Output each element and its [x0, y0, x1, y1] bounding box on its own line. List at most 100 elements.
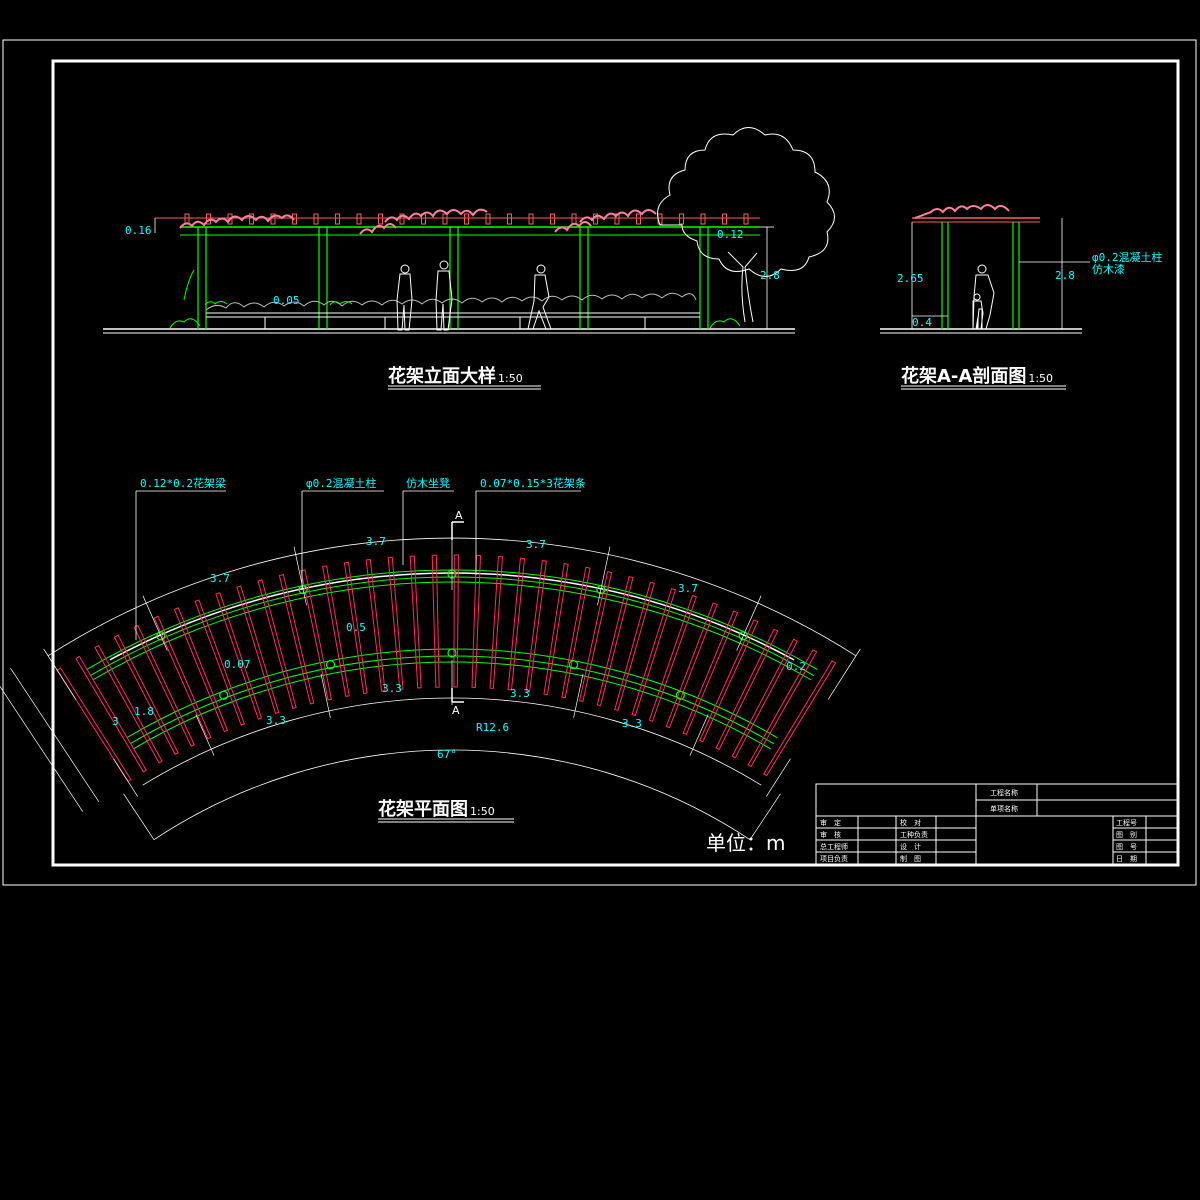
dim-rafter-width: 0.07	[224, 658, 251, 671]
tb-row1-a: 审 定	[820, 818, 841, 827]
elevation-rafter	[464, 213, 469, 225]
dim-outer-3: 3.7	[526, 538, 546, 551]
dim-outer-1: 3.7	[210, 572, 230, 585]
elevation-rafter	[550, 213, 555, 225]
tb-row4-a: 项目负责	[820, 854, 848, 863]
plan-dim-tick	[293, 546, 307, 606]
tb-row2-a: 审 核	[820, 830, 841, 839]
tb-item-name: 单项名称	[990, 804, 1018, 813]
unit-label: 单位：m	[706, 831, 785, 855]
dim-angle: 67°	[437, 748, 457, 761]
plan-rafter	[409, 555, 422, 689]
dim-radius: R12.6	[476, 721, 509, 734]
plan-rafter	[631, 587, 677, 717]
plan-rafter	[507, 557, 526, 691]
outer-frame	[2, 39, 1197, 886]
elevation-title: 花架立面大样	[388, 365, 496, 387]
callout-seat: 仿木坐凳	[406, 476, 450, 490]
plan-dim-tick	[113, 758, 138, 797]
tb-row3-b: 设 计	[900, 842, 921, 851]
tb-row4-b: 制 图	[900, 854, 921, 863]
plan-dim-tick	[827, 648, 861, 700]
section-view: 2.65 2.8 0.4 φ0.2混凝土柱 仿木漆 花架A-A剖面图 1:50	[880, 204, 1163, 390]
plan-dim-tick	[195, 714, 215, 756]
section-mark-top: A	[455, 509, 463, 522]
plan-rafter	[215, 592, 263, 720]
plan-rafter	[471, 554, 482, 689]
tb-project-name: 工程名称	[990, 788, 1018, 797]
plan-title: 花架平面图	[378, 798, 468, 820]
flower-canopy	[179, 208, 657, 235]
callout-beam: 0.12*0.2花架梁	[140, 476, 226, 490]
plan-rafter	[525, 560, 547, 693]
plan-rafter	[614, 581, 655, 711]
elevation-rafter	[571, 213, 577, 225]
plan-rafter	[431, 554, 440, 688]
tb-right-4: 日 期	[1116, 855, 1137, 863]
elevation-rafter	[485, 213, 491, 225]
plan-angle-leg	[123, 793, 155, 840]
elevation-rafter	[313, 213, 319, 225]
dim-inner-1: 3.3	[266, 714, 286, 727]
dim-rafter-gap: 0.5	[346, 621, 366, 634]
elevation-rafter	[743, 213, 749, 225]
callout-column: φ0.2混凝土柱	[306, 476, 377, 490]
section-note-column: φ0.2混凝土柱	[1092, 250, 1163, 264]
svg-text:花架立面大样1:50: 花架立面大样 1:50	[388, 365, 523, 387]
plan-depth-dim	[10, 668, 100, 802]
section-dim-total: 2.8	[1055, 269, 1075, 282]
elevation-dim-beam: 0.12	[717, 228, 744, 241]
section-scale: 1:50	[1028, 372, 1053, 385]
tb-row3-a: 总工程师	[820, 842, 848, 851]
elevation-rafter	[700, 213, 706, 225]
section-note-paint: 仿木漆	[1092, 263, 1125, 276]
dim-overall: 3	[112, 715, 119, 728]
svg-text:花架A-A剖面图1:50: 花架A-A剖面图 1:50	[901, 365, 1053, 387]
plan-rafter	[561, 566, 591, 699]
dim-depth: 1.8	[134, 705, 154, 718]
dim-inner-4: 3.3	[622, 717, 642, 730]
section-dim-column: 2.65	[897, 272, 924, 285]
tree-outline	[657, 127, 835, 277]
plan-dimension-lines	[0, 530, 861, 840]
plan-rafter	[387, 556, 404, 690]
plan-dim-tick	[597, 546, 611, 606]
dim-inner-2: 3.3	[382, 682, 402, 695]
person-figures	[396, 260, 552, 331]
elevation-rafter	[722, 213, 727, 225]
plan-dim-tick	[43, 648, 77, 700]
elevation-dim-rail: 0.05	[273, 294, 300, 307]
plan-angle-arc	[153, 749, 751, 841]
elevation-rafter	[528, 213, 534, 225]
tb-right-3: 图 号	[1116, 843, 1137, 851]
dim-inner-3: 3.3	[510, 687, 530, 700]
dim-outer-4: 3.7	[678, 582, 698, 595]
elevation-scale: 1:50	[498, 372, 523, 385]
callout-rafter: 0.07*0.15*3花架条	[480, 476, 586, 490]
dim-outer-2: 3.7	[366, 535, 386, 548]
tb-right-1: 工程号	[1116, 818, 1137, 827]
plan-rafter	[489, 555, 504, 689]
elevation-rafter	[636, 213, 641, 225]
elevation-dim-height: 2.8	[760, 269, 780, 282]
section-title: 花架A-A剖面图	[901, 365, 1026, 387]
elevation-view: 0.16 0.05 0.12 2.8 花架立面大样 1:50	[103, 127, 835, 390]
elevation-rafter	[378, 213, 383, 225]
tb-right-2: 图 别	[1116, 830, 1137, 839]
cad-drawing-sheet: 0.16 0.05 0.12 2.8 花架立面大样 1:50 2.65 2.8 0	[0, 39, 1197, 886]
elevation-rafter	[442, 213, 448, 225]
elevation-rafter	[507, 213, 512, 225]
plan-scale: 1:50	[470, 805, 495, 818]
section-mark-bottom: A	[452, 704, 460, 717]
elevation-rafter	[679, 213, 684, 225]
section-figures	[972, 264, 995, 330]
plan-rafter	[665, 602, 718, 729]
plan-overall-dim	[0, 685, 84, 812]
elevation-rafter	[335, 213, 340, 225]
svg-text:花架平面图1:50: 花架平面图 1:50	[378, 798, 495, 820]
elevation-dim-top: 0.16	[125, 224, 152, 237]
plan-rafter	[365, 559, 386, 692]
dim-overhang: 0.2	[786, 660, 806, 673]
tb-row1-b: 校 对	[900, 818, 921, 827]
plan-view: 0.12*0.2花架梁 φ0.2混凝土柱 仿木坐凳 0.07*0.15*3花架条…	[0, 476, 861, 841]
